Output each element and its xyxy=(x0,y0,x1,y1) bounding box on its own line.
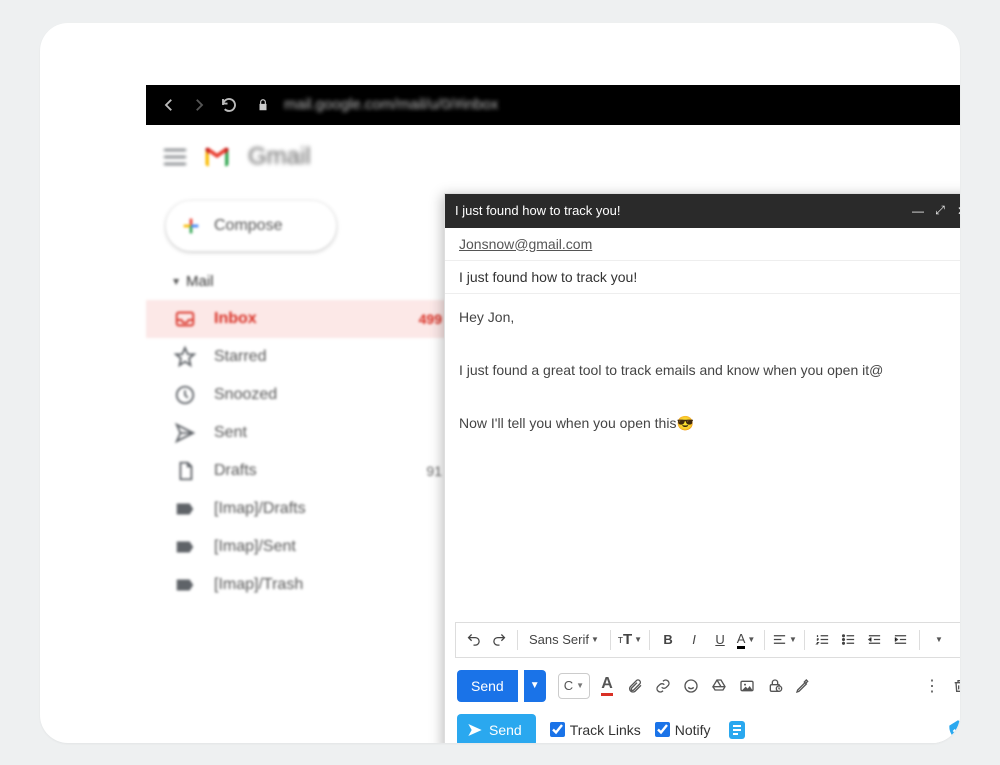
back-icon[interactable] xyxy=(160,96,178,114)
signature-icon[interactable] xyxy=(792,675,814,697)
tracking-toolbar: Send Track Links Notify xyxy=(445,708,960,743)
star-icon xyxy=(174,346,196,368)
redo-icon[interactable] xyxy=(488,629,510,651)
notify-checkbox[interactable]: Notify xyxy=(655,722,711,738)
format-more-icon[interactable]: ▼ xyxy=(927,629,949,651)
nav-label: [Imap]/Trash xyxy=(214,576,424,594)
sidebar-item-snoozed[interactable]: Snoozed xyxy=(146,376,466,414)
body-line: Hey Jon, xyxy=(459,304,960,331)
body-line: Now I'll tell you when you open this😎 xyxy=(459,410,960,437)
numbered-list-icon[interactable] xyxy=(812,629,834,651)
sidebar-item-drafts[interactable]: Drafts 91 xyxy=(146,452,466,490)
subject-field[interactable]: I just found how to track you! xyxy=(445,261,960,294)
compose-titlebar[interactable]: I just found how to track you! — ⤢ ✕ xyxy=(445,194,960,228)
recipients-field[interactable]: Jonsnow@gmail.com xyxy=(445,228,960,261)
sidebar-item-imap-sent[interactable]: [Imap]/Sent xyxy=(146,528,466,566)
body-line: I just found a great tool to track email… xyxy=(459,357,960,384)
photo-icon[interactable] xyxy=(736,675,758,697)
confidential-icon[interactable] xyxy=(764,675,786,697)
sidebar-item-imap-trash[interactable]: [Imap]/Trash xyxy=(146,566,466,604)
compose-button[interactable]: Compose xyxy=(166,201,336,251)
browser-toolbar: mail.google.com/mail/u/0/#inbox xyxy=(146,85,960,125)
template-icon[interactable] xyxy=(725,718,749,742)
send-button[interactable]: Send xyxy=(457,670,518,702)
discard-icon[interactable] xyxy=(949,675,960,697)
sidebar-item-starred[interactable]: Starred xyxy=(146,338,466,376)
text-color-icon[interactable]: A▼ xyxy=(735,629,757,651)
nav-count: 91 xyxy=(426,463,442,479)
reload-icon[interactable] xyxy=(220,96,238,114)
italic-icon[interactable]: I xyxy=(683,629,705,651)
sidebar: ▸Mail Inbox 499 Starred Snoozed Sent xyxy=(146,273,466,604)
label-icon xyxy=(174,498,196,520)
notify-label: Notify xyxy=(675,722,711,738)
text-format-icon[interactable]: A xyxy=(596,675,618,697)
menu-icon[interactable] xyxy=(164,149,186,165)
more-options-icon[interactable]: ⋮ xyxy=(921,675,943,697)
font-size-icon[interactable]: тT▼ xyxy=(618,629,642,651)
screenshot-card: mail.google.com/mail/u/0/#inbox Gmail Co… xyxy=(40,23,960,743)
send-options-button[interactable]: ▼ xyxy=(524,670,546,702)
align-icon[interactable]: ▼ xyxy=(772,629,797,651)
lock-icon xyxy=(256,98,270,112)
indent-more-icon[interactable] xyxy=(890,629,912,651)
track-send-label: Send xyxy=(489,722,522,738)
compose-label: Compose xyxy=(214,217,282,235)
nav-label: Inbox xyxy=(214,310,401,328)
popout-icon[interactable]: ⤢ xyxy=(929,203,951,218)
nav-label: Starred xyxy=(214,348,424,366)
nav-label: [Imap]/Sent xyxy=(214,538,424,556)
font-family-select[interactable]: Sans Serif▼ xyxy=(525,629,603,651)
schedule-pill[interactable]: C▼ xyxy=(558,673,590,699)
nav-label: Drafts xyxy=(214,462,408,480)
forward-icon[interactable] xyxy=(190,96,208,114)
emoji-icon[interactable] xyxy=(680,675,702,697)
gmail-wordmark: Gmail xyxy=(248,143,311,171)
sidebar-item-sent[interactable]: Sent xyxy=(146,414,466,452)
bulleted-list-icon[interactable] xyxy=(838,629,860,651)
sidebar-item-inbox[interactable]: Inbox 499 xyxy=(146,300,466,338)
minimize-icon[interactable]: — xyxy=(907,204,929,218)
format-toolbar: Sans Serif▼ тT▼ B I U A▼ ▼ ▼ xyxy=(455,622,960,658)
bold-icon[interactable]: B xyxy=(657,629,679,651)
sidebar-section-label: ▸Mail xyxy=(174,273,466,290)
indent-less-icon[interactable] xyxy=(864,629,886,651)
plus-icon xyxy=(180,215,202,237)
compose-body[interactable]: Hey Jon, I just found a great tool to tr… xyxy=(445,294,960,622)
sidebar-item-imap-drafts[interactable]: [Imap]/Drafts xyxy=(146,490,466,528)
label-icon xyxy=(174,574,196,596)
gmail-logo-icon xyxy=(202,145,232,169)
browser-window: mail.google.com/mail/u/0/#inbox Gmail Co… xyxy=(146,85,960,743)
track-send-button[interactable]: Send xyxy=(457,714,536,743)
undo-icon[interactable] xyxy=(462,629,484,651)
compose-title: I just found how to track you! xyxy=(455,203,907,218)
recipient-chip[interactable]: Jonsnow@gmail.com xyxy=(459,236,592,252)
notify-input[interactable] xyxy=(655,722,670,737)
drive-icon[interactable] xyxy=(708,675,730,697)
nav-label: Sent xyxy=(214,424,424,442)
compose-window: I just found how to track you! — ⤢ ✕ Jon… xyxy=(444,193,960,743)
nav-count: 499 xyxy=(419,311,442,327)
nav-label: [Imap]/Drafts xyxy=(214,500,424,518)
tracking-brand-icon[interactable] xyxy=(945,717,960,743)
attach-icon[interactable] xyxy=(624,675,646,697)
clock-icon xyxy=(174,384,196,406)
track-links-input[interactable] xyxy=(550,722,565,737)
gmail-header: Gmail xyxy=(146,125,960,189)
nav-label: Snoozed xyxy=(214,386,424,404)
address-bar-url[interactable]: mail.google.com/mail/u/0/#inbox xyxy=(284,96,498,113)
underline-icon[interactable]: U xyxy=(709,629,731,651)
inbox-icon xyxy=(174,308,196,330)
close-icon[interactable]: ✕ xyxy=(951,204,960,218)
link-icon[interactable] xyxy=(652,675,674,697)
file-icon xyxy=(174,460,196,482)
track-links-label: Track Links xyxy=(570,722,641,738)
label-icon xyxy=(174,536,196,558)
compose-action-row: Send ▼ C▼ A ⋮ xyxy=(445,664,960,708)
track-links-checkbox[interactable]: Track Links xyxy=(550,722,641,738)
send-icon xyxy=(174,422,196,444)
paper-plane-icon xyxy=(467,722,483,738)
